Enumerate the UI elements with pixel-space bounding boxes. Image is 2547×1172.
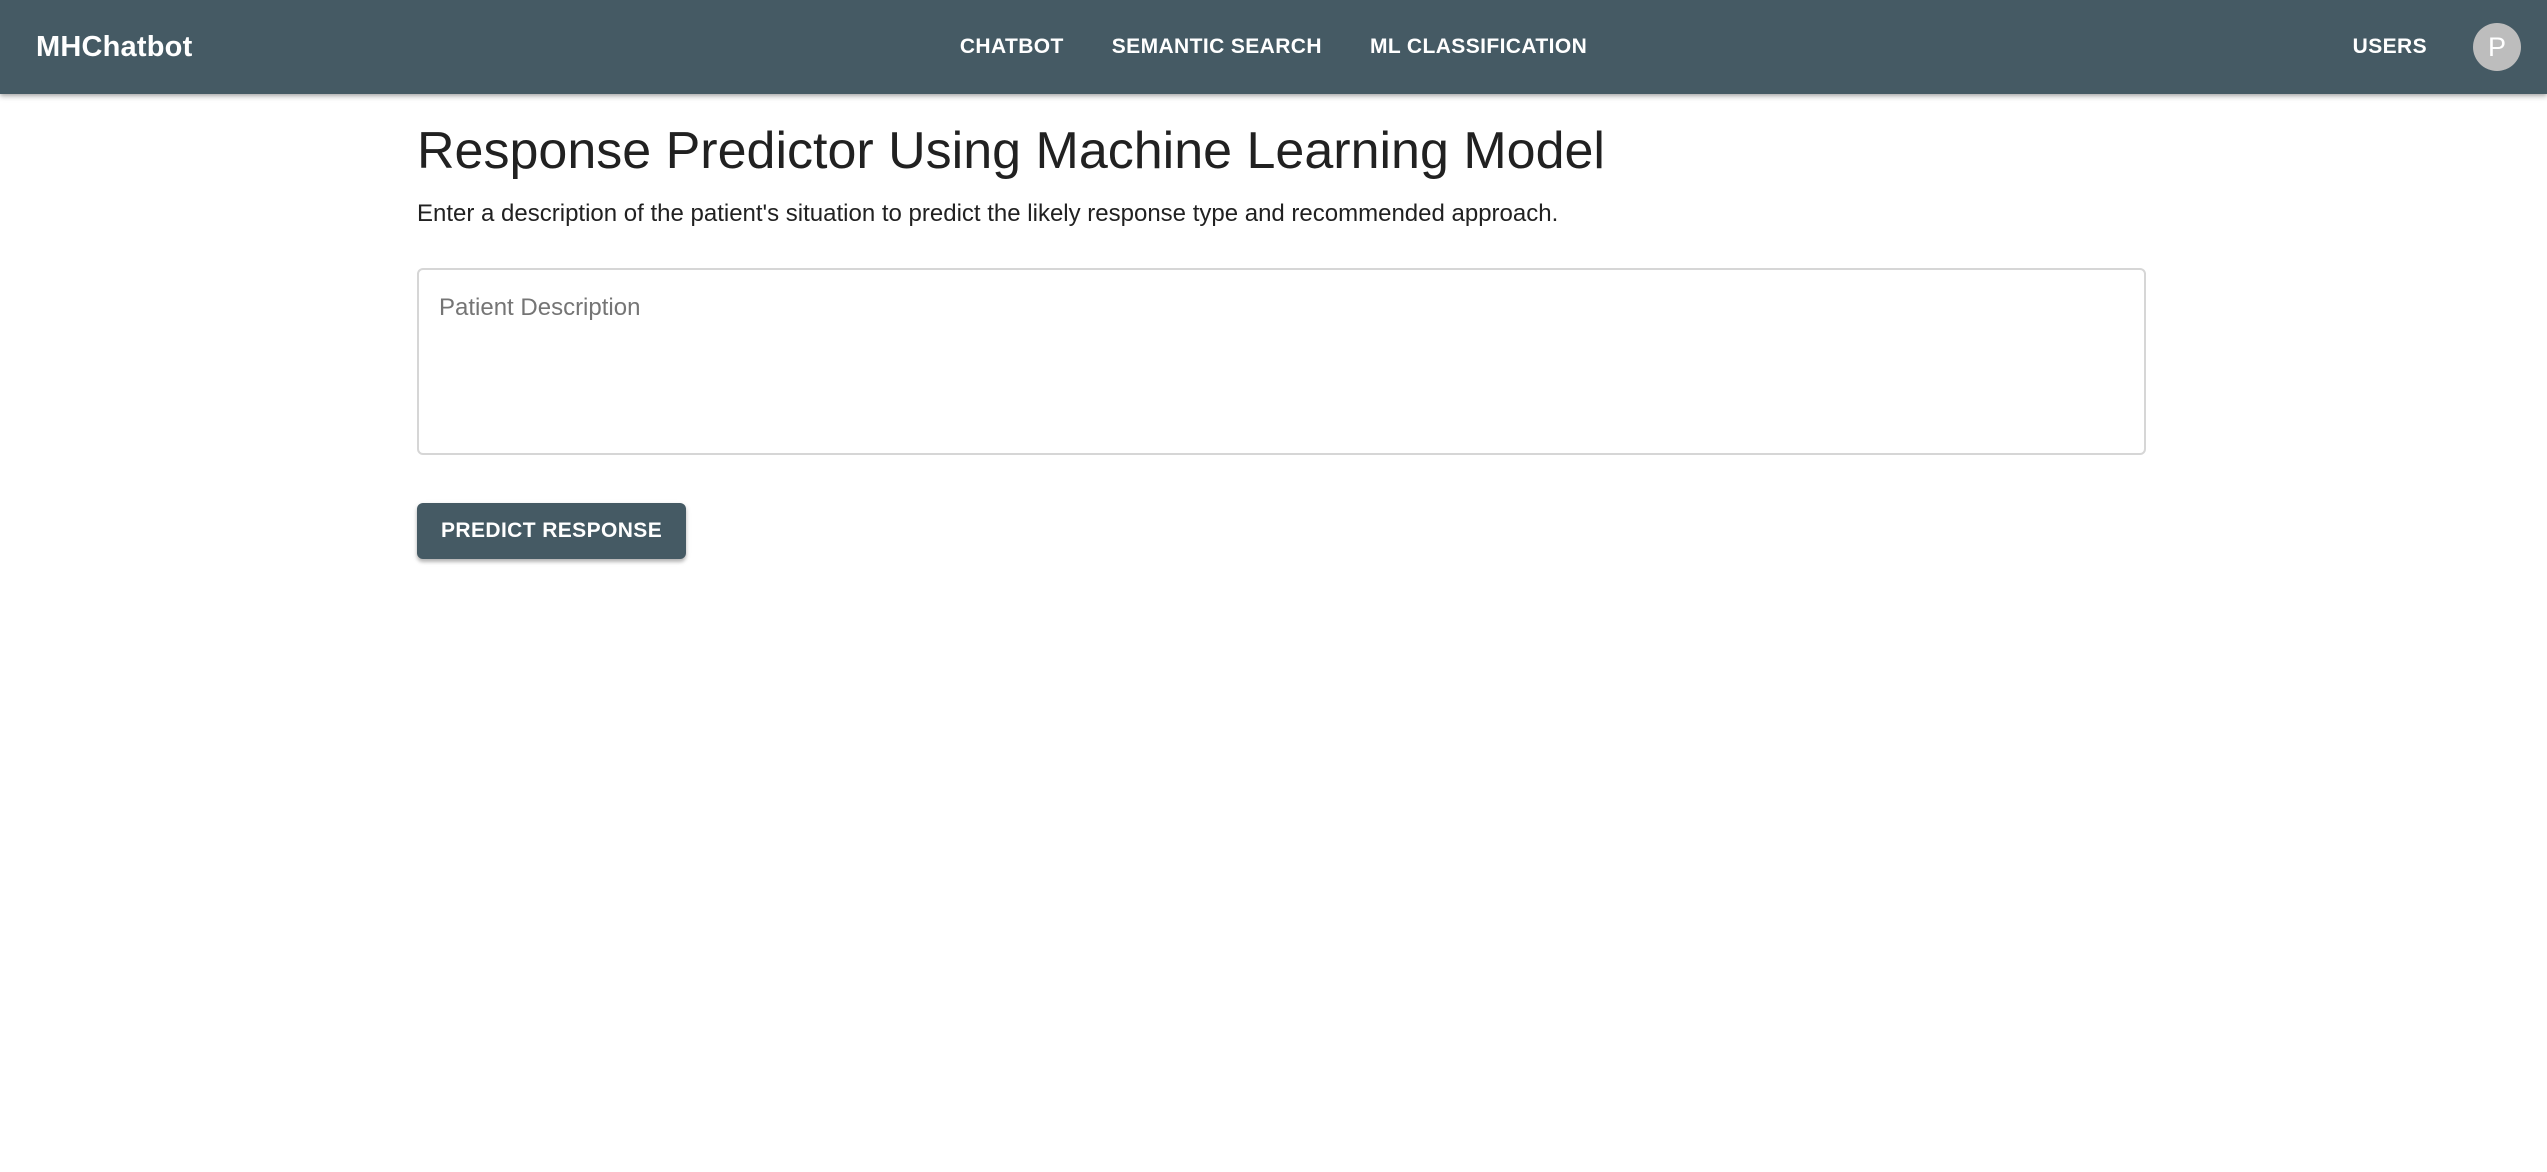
nav-right: USERS P [2329,0,2521,94]
brand-logo[interactable]: MHChatbot [36,0,192,94]
page-title: Response Predictor Using Machine Learnin… [417,122,1605,180]
user-avatar[interactable]: P [2473,23,2521,71]
nav-users[interactable]: USERS [2329,23,2451,71]
app-bar: MHChatbot CHATBOT SEMANTIC SEARCH ML CLA… [0,0,2547,94]
nav-chatbot[interactable]: CHATBOT [936,23,1088,71]
nav-semantic-search[interactable]: SEMANTIC SEARCH [1088,23,1346,71]
predict-response-button[interactable]: PREDICT RESPONSE [417,503,687,560]
nav-ml-classification[interactable]: ML CLASSIFICATION [1346,23,1611,71]
patient-description-input[interactable] [419,270,2144,454]
main-nav: CHATBOT SEMANTIC SEARCH ML CLASSIFICATIO… [0,0,2547,94]
main-content: Response Predictor Using Machine Learnin… [417,94,2146,560]
page-subtitle: Enter a description of the patient's sit… [417,200,1559,228]
patient-description-field [417,268,2146,456]
